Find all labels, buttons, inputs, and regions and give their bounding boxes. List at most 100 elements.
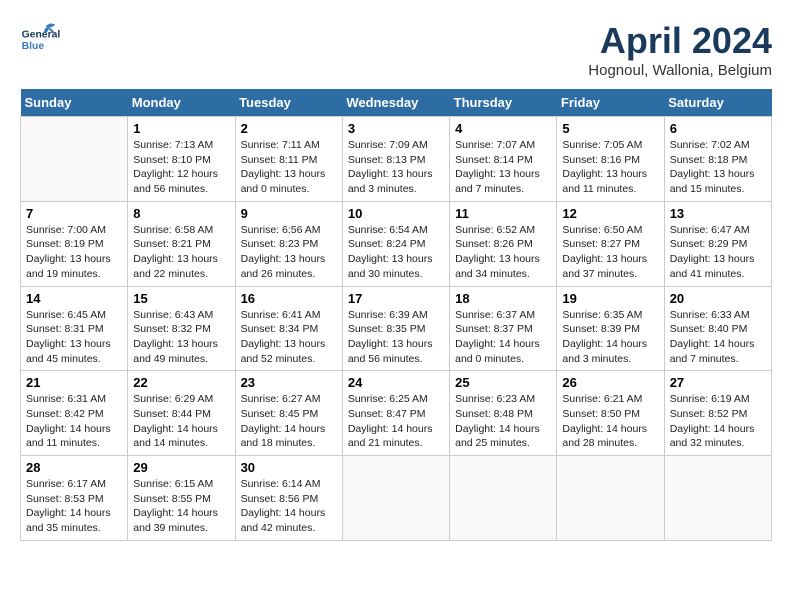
- cell-content: Sunrise: 6:58 AMSunset: 8:21 PMDaylight:…: [133, 223, 229, 282]
- cell-content: Sunrise: 7:13 AMSunset: 8:10 PMDaylight:…: [133, 138, 229, 197]
- cell-content: Sunrise: 6:56 AMSunset: 8:23 PMDaylight:…: [241, 223, 337, 282]
- calendar-cell: 13 Sunrise: 6:47 AMSunset: 8:29 PMDayligh…: [664, 201, 771, 286]
- calendar-cell: 27 Sunrise: 6:19 AMSunset: 8:52 PMDayligh…: [664, 371, 771, 456]
- cell-content: Sunrise: 6:17 AMSunset: 8:53 PMDaylight:…: [26, 477, 122, 536]
- date-number: 30: [241, 460, 337, 475]
- calendar-cell: 10 Sunrise: 6:54 AMSunset: 8:24 PMDayligh…: [342, 201, 449, 286]
- calendar-cell: 8 Sunrise: 6:58 AMSunset: 8:21 PMDaylight…: [128, 201, 235, 286]
- calendar-cell: 29 Sunrise: 6:15 AMSunset: 8:55 PMDayligh…: [128, 456, 235, 541]
- calendar-cell: [664, 456, 771, 541]
- date-number: 26: [562, 375, 658, 390]
- cell-content: Sunrise: 6:29 AMSunset: 8:44 PMDaylight:…: [133, 392, 229, 451]
- date-number: 24: [348, 375, 444, 390]
- cell-content: Sunrise: 7:00 AMSunset: 8:19 PMDaylight:…: [26, 223, 122, 282]
- cell-content: Sunrise: 6:25 AMSunset: 8:47 PMDaylight:…: [348, 392, 444, 451]
- calendar-cell: 2 Sunrise: 7:11 AMSunset: 8:11 PMDaylight…: [235, 117, 342, 202]
- date-number: 17: [348, 291, 444, 306]
- date-number: 13: [670, 206, 766, 221]
- calendar-cell: 16 Sunrise: 6:41 AMSunset: 8:34 PMDayligh…: [235, 286, 342, 371]
- cell-content: Sunrise: 6:14 AMSunset: 8:56 PMDaylight:…: [241, 477, 337, 536]
- date-number: 10: [348, 206, 444, 221]
- day-header-friday: Friday: [557, 89, 664, 117]
- calendar-week-row: 14Sunrise: 6:45 AMSunset: 8:31 PMDayligh…: [21, 286, 772, 371]
- calendar-cell: 22 Sunrise: 6:29 AMSunset: 8:44 PMDayligh…: [128, 371, 235, 456]
- date-number: 29: [133, 460, 229, 475]
- cell-content: Sunrise: 7:09 AMSunset: 8:13 PMDaylight:…: [348, 138, 444, 197]
- calendar-cell: 7 Sunrise: 7:00 AMSunset: 8:19 PMDaylight…: [21, 201, 128, 286]
- calendar-week-row: 21 Sunrise: 6:31 AMSunset: 8:42 PMDayligh…: [21, 371, 772, 456]
- calendar-cell: 3Sunrise: 7:09 AMSunset: 8:13 PMDaylight…: [342, 117, 449, 202]
- date-number: 16: [241, 291, 337, 306]
- cell-content: Sunrise: 7:11 AMSunset: 8:11 PMDaylight:…: [241, 138, 337, 197]
- date-number: 22: [133, 375, 229, 390]
- calendar-cell: [557, 456, 664, 541]
- cell-content: Sunrise: 7:07 AMSunset: 8:14 PMDaylight:…: [455, 138, 551, 197]
- date-number: 28: [26, 460, 122, 475]
- calendar-cell: 5Sunrise: 7:05 AMSunset: 8:16 PMDaylight…: [557, 117, 664, 202]
- date-number: 2: [241, 121, 337, 136]
- cell-content: Sunrise: 6:50 AMSunset: 8:27 PMDaylight:…: [562, 223, 658, 282]
- date-number: 11: [455, 206, 551, 221]
- cell-content: Sunrise: 6:54 AMSunset: 8:24 PMDaylight:…: [348, 223, 444, 282]
- calendar-cell: [450, 456, 557, 541]
- calendar-week-row: 7 Sunrise: 7:00 AMSunset: 8:19 PMDaylight…: [21, 201, 772, 286]
- cell-content: Sunrise: 6:37 AMSunset: 8:37 PMDaylight:…: [455, 308, 551, 367]
- date-number: 8: [133, 206, 229, 221]
- day-header-tuesday: Tuesday: [235, 89, 342, 117]
- date-number: 18: [455, 291, 551, 306]
- cell-content: Sunrise: 6:21 AMSunset: 8:50 PMDaylight:…: [562, 392, 658, 451]
- location-subtitle: Hognoul, Wallonia, Belgium: [588, 62, 772, 79]
- cell-content: Sunrise: 6:43 AMSunset: 8:32 PMDaylight:…: [133, 308, 229, 367]
- date-number: 4: [455, 121, 551, 136]
- calendar-cell: 4 Sunrise: 7:07 AMSunset: 8:14 PMDaylight…: [450, 117, 557, 202]
- calendar-cell: 30 Sunrise: 6:14 AMSunset: 8:56 PMDayligh…: [235, 456, 342, 541]
- calendar-cell: 12 Sunrise: 6:50 AMSunset: 8:27 PMDayligh…: [557, 201, 664, 286]
- date-number: 1: [133, 121, 229, 136]
- cell-content: Sunrise: 6:19 AMSunset: 8:52 PMDaylight:…: [670, 392, 766, 451]
- day-header-monday: Monday: [128, 89, 235, 117]
- calendar-cell: 24 Sunrise: 6:25 AMSunset: 8:47 PMDayligh…: [342, 371, 449, 456]
- cell-content: Sunrise: 6:33 AMSunset: 8:40 PMDaylight:…: [670, 308, 766, 367]
- cell-content: Sunrise: 6:41 AMSunset: 8:34 PMDaylight:…: [241, 308, 337, 367]
- calendar-cell: [342, 456, 449, 541]
- cell-content: Sunrise: 6:47 AMSunset: 8:29 PMDaylight:…: [670, 223, 766, 282]
- page-header: General Blue April 2024 Hognoul, Walloni…: [20, 20, 772, 79]
- cell-content: Sunrise: 6:52 AMSunset: 8:26 PMDaylight:…: [455, 223, 551, 282]
- calendar-cell: 23 Sunrise: 6:27 AMSunset: 8:45 PMDayligh…: [235, 371, 342, 456]
- title-block: April 2024 Hognoul, Wallonia, Belgium: [588, 20, 772, 79]
- calendar-cell: 26 Sunrise: 6:21 AMSunset: 8:50 PMDayligh…: [557, 371, 664, 456]
- calendar-table: SundayMondayTuesdayWednesdayThursdayFrid…: [20, 89, 772, 541]
- svg-text:Blue: Blue: [22, 41, 45, 52]
- calendar-cell: 17 Sunrise: 6:39 AMSunset: 8:35 PMDayligh…: [342, 286, 449, 371]
- cell-content: Sunrise: 6:15 AMSunset: 8:55 PMDaylight:…: [133, 477, 229, 536]
- date-number: 20: [670, 291, 766, 306]
- calendar-cell: [21, 117, 128, 202]
- cell-content: Sunrise: 6:31 AMSunset: 8:42 PMDaylight:…: [26, 392, 122, 451]
- date-number: 23: [241, 375, 337, 390]
- calendar-cell: 20 Sunrise: 6:33 AMSunset: 8:40 PMDayligh…: [664, 286, 771, 371]
- calendar-week-row: 1 Sunrise: 7:13 AMSunset: 8:10 PMDaylight…: [21, 117, 772, 202]
- date-number: 27: [670, 375, 766, 390]
- date-number: 9: [241, 206, 337, 221]
- date-number: 6: [670, 121, 766, 136]
- cell-content: Sunrise: 6:27 AMSunset: 8:45 PMDaylight:…: [241, 392, 337, 451]
- logo-icon: General Blue: [20, 20, 60, 60]
- calendar-cell: 9 Sunrise: 6:56 AMSunset: 8:23 PMDaylight…: [235, 201, 342, 286]
- date-number: 15: [133, 291, 229, 306]
- date-number: 21: [26, 375, 122, 390]
- date-number: 12: [562, 206, 658, 221]
- calendar-cell: 19 Sunrise: 6:35 AMSunset: 8:39 PMDayligh…: [557, 286, 664, 371]
- calendar-cell: 11 Sunrise: 6:52 AMSunset: 8:26 PMDayligh…: [450, 201, 557, 286]
- cell-content: Sunrise: 6:45 AMSunset: 8:31 PMDaylight:…: [26, 308, 122, 367]
- cell-content: Sunrise: 6:23 AMSunset: 8:48 PMDaylight:…: [455, 392, 551, 451]
- date-number: 7: [26, 206, 122, 221]
- calendar-header-row: SundayMondayTuesdayWednesdayThursdayFrid…: [21, 89, 772, 117]
- cell-content: Sunrise: 6:39 AMSunset: 8:35 PMDaylight:…: [348, 308, 444, 367]
- date-number: 25: [455, 375, 551, 390]
- calendar-cell: 25 Sunrise: 6:23 AMSunset: 8:48 PMDayligh…: [450, 371, 557, 456]
- day-header-saturday: Saturday: [664, 89, 771, 117]
- calendar-week-row: 28 Sunrise: 6:17 AMSunset: 8:53 PMDayligh…: [21, 456, 772, 541]
- calendar-cell: 21 Sunrise: 6:31 AMSunset: 8:42 PMDayligh…: [21, 371, 128, 456]
- cell-content: Sunrise: 6:35 AMSunset: 8:39 PMDaylight:…: [562, 308, 658, 367]
- date-number: 19: [562, 291, 658, 306]
